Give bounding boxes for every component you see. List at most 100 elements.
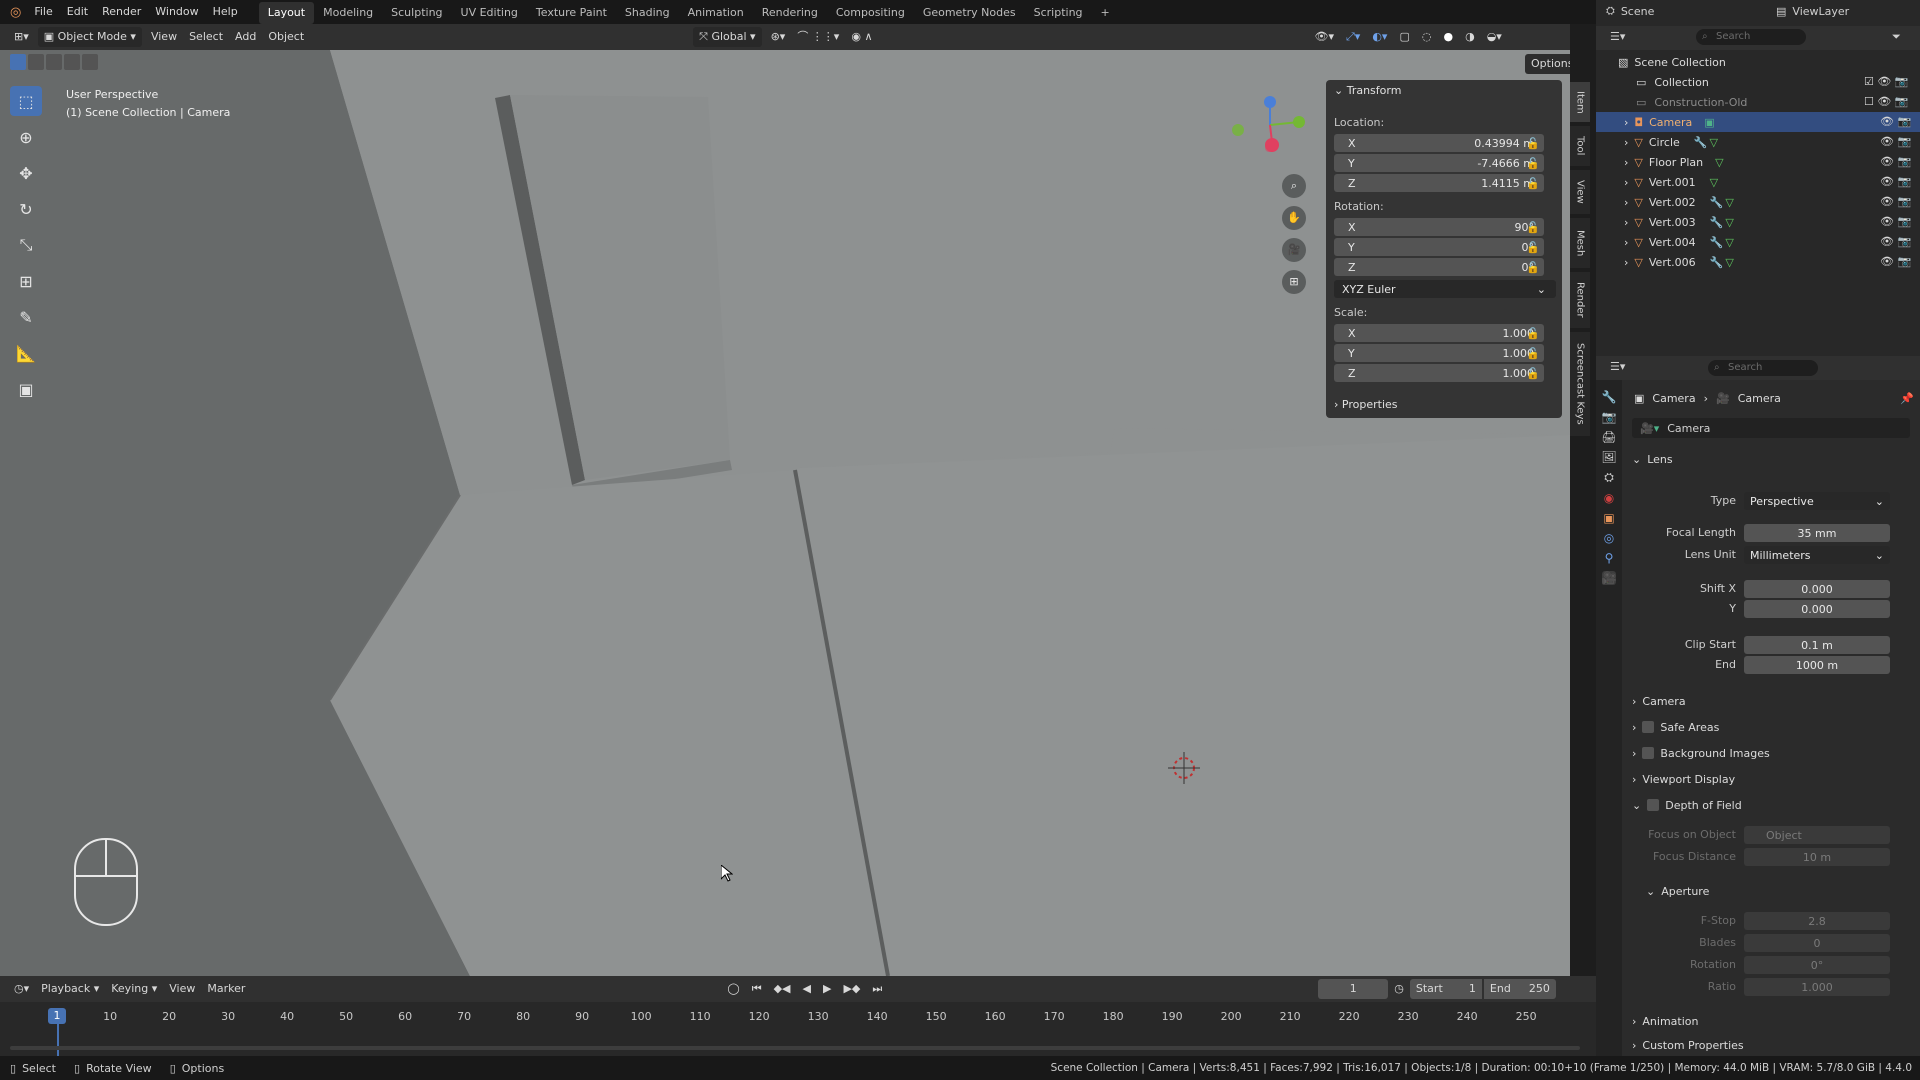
menu-object[interactable]: Object xyxy=(262,27,310,47)
scale-x-field[interactable]: X 1.000 xyxy=(1334,324,1544,342)
jump-end-icon[interactable]: ⏭ xyxy=(866,979,888,999)
custom-properties-section-header[interactable]: › Custom Properties xyxy=(1632,1034,1902,1056)
menu-help[interactable]: Help xyxy=(206,0,245,24)
side-tab-mesh[interactable]: Mesh xyxy=(1570,218,1590,268)
frame-ruler[interactable]: 10 20 30 40 50 60 70 80 90 100 110 120 130 140 150 160 1… xyxy=(0,1002,1596,1026)
focal-length-field[interactable]: 35 mm xyxy=(1744,524,1890,542)
background-images-checkbox[interactable] xyxy=(1642,747,1655,759)
playhead[interactable]: 1 xyxy=(48,1008,66,1024)
overlays-icon[interactable]: ◐▾ xyxy=(1366,27,1393,47)
lock-icon[interactable]: 🔓 xyxy=(1526,241,1540,255)
view-layer-tab-icon[interactable]: 🖼 xyxy=(1601,450,1616,464)
background-images-section-header[interactable]: › Background Images xyxy=(1632,742,1902,764)
snap-icon[interactable]: ⌒ ⋮⋮▾ xyxy=(791,27,845,47)
outliner-search-input[interactable]: ⌕ Search xyxy=(1696,29,1806,45)
tab-uv-editing[interactable]: UV Editing xyxy=(452,2,527,24)
rotation-x-field[interactable]: X 90° xyxy=(1334,218,1544,236)
scene-collection-row[interactable]: ▧ Scene Collection xyxy=(1596,52,1920,72)
select-box-tool-icon[interactable]: ⬚ xyxy=(10,86,42,116)
visibility-toggle-icon[interactable]: 👁 📷 xyxy=(1864,112,1920,132)
scale-y-field[interactable]: Y 1.000 xyxy=(1334,344,1544,362)
shading-solid-icon[interactable]: ● xyxy=(1437,27,1459,47)
side-tab-view[interactable]: View xyxy=(1570,170,1590,214)
properties-search-input[interactable]: ⌕ Search xyxy=(1708,360,1818,376)
lens-type-dropdown[interactable]: Perspective ⌄ xyxy=(1744,492,1890,510)
3d-cursor-icon[interactable] xyxy=(1166,750,1202,786)
lock-icon[interactable]: 🔓 xyxy=(1526,137,1540,151)
lock-icon[interactable]: 🔓 xyxy=(1526,261,1540,275)
menu-add[interactable]: Add xyxy=(229,27,262,47)
timeline-area[interactable]: 10 20 30 40 50 60 70 80 90 100 110 120 130 140 150 160 1… xyxy=(0,1002,1596,1056)
lens-unit-dropdown[interactable]: Millimeters ⌄ xyxy=(1744,546,1890,564)
shift-y-field[interactable]: 0.000 xyxy=(1744,600,1890,618)
scale-tool-icon[interactable]: ⤡ xyxy=(10,230,42,260)
visibility-toggle-icon[interactable]: 👁 📷 xyxy=(1864,172,1920,192)
lock-icon[interactable]: 🔓 xyxy=(1526,157,1540,171)
output-tab-icon[interactable]: 🖨 xyxy=(1601,430,1616,444)
menu-marker[interactable]: Marker xyxy=(201,979,251,999)
tab-modeling[interactable]: Modeling xyxy=(314,2,382,24)
jump-start-icon[interactable]: ⏮ xyxy=(746,979,768,999)
camera-view-icon[interactable]: 🎥 xyxy=(1282,238,1306,262)
aperture-section-header[interactable]: ⌄ Aperture xyxy=(1646,880,1916,902)
add-cube-tool-icon[interactable]: ▣ xyxy=(10,374,42,404)
navigation-gizmo[interactable] xyxy=(1225,90,1305,170)
measure-tool-icon[interactable]: 📐 xyxy=(10,338,42,368)
add-workspace-icon[interactable]: + xyxy=(1092,2,1119,24)
safe-areas-section-header[interactable]: › Safe Areas xyxy=(1632,716,1902,738)
tab-sculpting[interactable]: Sculpting xyxy=(382,2,451,24)
lock-icon[interactable]: 🔓 xyxy=(1526,347,1540,361)
animation-section-header[interactable]: › Animation xyxy=(1632,1010,1902,1032)
proportional-edit-icon[interactable]: ◉ ∧ xyxy=(845,27,878,47)
viewport-display-section-header[interactable]: › Viewport Display xyxy=(1632,768,1902,790)
outliner-display-mode-icon[interactable]: ☰▾ xyxy=(1610,30,1625,43)
safe-areas-checkbox[interactable] xyxy=(1642,721,1655,733)
tab-scripting[interactable]: Scripting xyxy=(1025,2,1092,24)
transform-tool-icon[interactable]: ⊞ xyxy=(10,266,42,296)
location-z-field[interactable]: Z 1.4115 m xyxy=(1334,174,1544,192)
select-intersect-icon[interactable] xyxy=(82,54,98,70)
mode-dropdown[interactable]: ▣ Object Mode ▾ xyxy=(37,27,142,47)
focus-distance-field[interactable]: 10 m xyxy=(1744,848,1890,866)
clip-end-field[interactable]: 1000 m xyxy=(1744,656,1890,674)
shift-x-field[interactable]: 0.000 xyxy=(1744,580,1890,598)
menu-render[interactable]: Render xyxy=(95,0,148,24)
select-invert-icon[interactable] xyxy=(64,54,80,70)
blender-logo-icon[interactable]: ◎ xyxy=(0,5,27,20)
visibility-toggle-icon[interactable]: ☑ 👁 📷 xyxy=(1864,72,1920,92)
menu-timeline-view[interactable]: View xyxy=(163,979,201,999)
lock-icon[interactable]: 🔓 xyxy=(1526,221,1540,235)
tab-geometry-nodes[interactable]: Geometry Nodes xyxy=(914,2,1025,24)
pivot-icon[interactable]: ⊛▾ xyxy=(765,27,792,47)
jump-keyframe-forward-icon[interactable]: ▶◆ xyxy=(837,979,866,999)
visibility-toggle-icon[interactable]: 👁 📷 xyxy=(1864,152,1920,172)
transform-header[interactable]: ⌄ Transform xyxy=(1334,84,1401,97)
select-subtract-icon[interactable] xyxy=(46,54,62,70)
view-layer-selector[interactable]: ▤ ViewLayer xyxy=(1776,2,1906,20)
menu-select[interactable]: Select xyxy=(183,27,229,47)
menu-keying[interactable]: Keying ▾ xyxy=(105,979,163,999)
blades-field[interactable]: 0 xyxy=(1744,934,1890,952)
properties-header[interactable]: › Properties xyxy=(1334,398,1398,411)
auto-keying-icon[interactable]: ◯ xyxy=(721,979,745,999)
ortho-toggle-icon[interactable]: ⊞ xyxy=(1282,270,1306,294)
tab-shading[interactable]: Shading xyxy=(616,2,679,24)
visibility-toggle-icon[interactable]: 👁 📷 xyxy=(1864,252,1920,272)
visibility-toggle-icon[interactable]: 👁 📷 xyxy=(1864,232,1920,252)
rotate-tool-icon[interactable]: ↻ xyxy=(10,194,42,224)
visibility-toggle-icon[interactable]: 👁 📷 xyxy=(1864,192,1920,212)
xray-icon[interactable]: ▢ xyxy=(1393,27,1415,47)
shading-rendered-icon[interactable]: ◒▾ xyxy=(1481,27,1508,47)
side-tab-screencast-keys[interactable]: Screencast Keys xyxy=(1570,332,1590,436)
focus-object-field[interactable]: Object xyxy=(1744,826,1890,844)
tab-layout[interactable]: Layout xyxy=(258,1,315,24)
rotation-mode-dropdown[interactable]: XYZ Euler ⌄ xyxy=(1334,280,1556,298)
menu-window[interactable]: Window xyxy=(148,0,205,24)
options-button[interactable]: Options xyxy=(1525,54,1570,74)
location-y-field[interactable]: Y -7.4666 m xyxy=(1334,154,1544,172)
scene-tab-icon[interactable]: ⛭ xyxy=(1604,470,1614,485)
tab-texture-paint[interactable]: Texture Paint xyxy=(527,2,616,24)
side-tab-item[interactable]: Item xyxy=(1570,82,1590,122)
timeline-scrollbar[interactable] xyxy=(10,1046,1580,1050)
lock-icon[interactable]: 🔓 xyxy=(1526,367,1540,381)
